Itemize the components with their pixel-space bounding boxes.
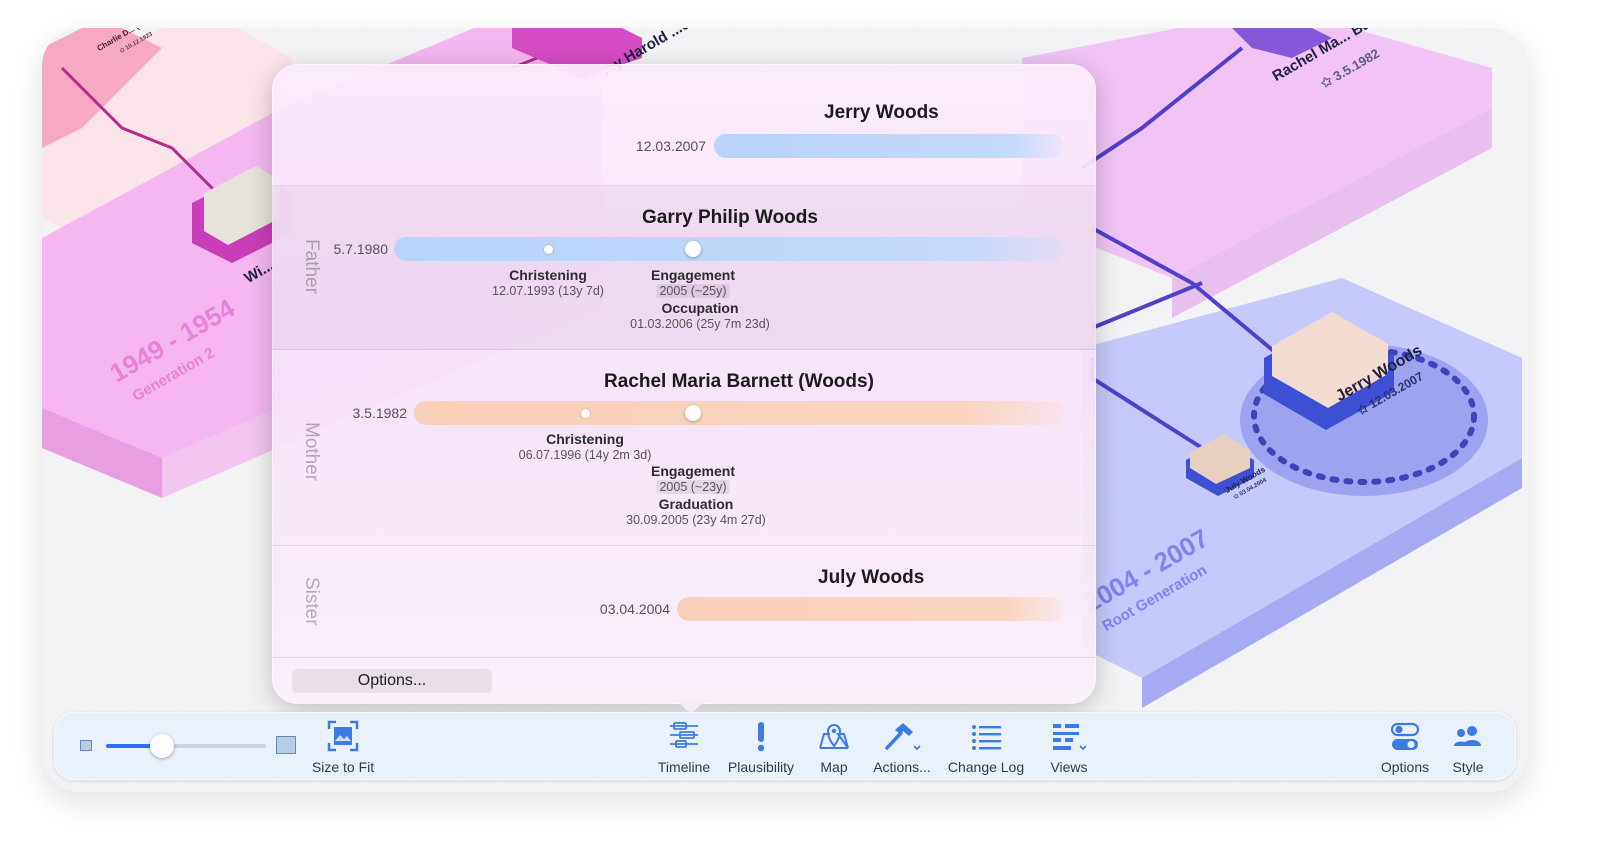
birth-date: 3.5.1982 — [352, 405, 408, 421]
birth-date: 12.03.2007 — [635, 138, 706, 154]
event-title: Christening — [509, 267, 587, 283]
relation-label: Sister — [301, 576, 322, 626]
size-to-fit-icon — [327, 720, 359, 752]
map-button[interactable]: Map — [810, 712, 858, 780]
map-icon — [819, 724, 849, 749]
people-icon — [1454, 726, 1481, 746]
event-date: 30.09.2005 (23y 4m 27d) — [626, 513, 766, 527]
views-icon — [1053, 724, 1087, 751]
birth-date: 03.04.2004 — [599, 601, 670, 617]
relation-label: Father — [301, 238, 322, 294]
event-date: 12.07.1993 (13y 7d) — [492, 284, 604, 298]
event-marker[interactable] — [685, 241, 701, 257]
toolbar-label: Size to Fit — [311, 759, 375, 775]
timeline-section-sister: Sister July Woods 03.04.2004 — [272, 545, 1096, 658]
event-date: 2005 (~25y) — [656, 284, 730, 298]
event-title: Christening — [546, 431, 624, 447]
toolbar-label: Options — [1380, 759, 1430, 775]
zoom-out-icon[interactable] — [80, 740, 92, 751]
toolbar-label: Map — [820, 759, 848, 775]
person-name: Jerry Woods — [824, 102, 939, 123]
toolbar-label: Plausibility — [727, 759, 795, 775]
toggles-icon — [1390, 722, 1420, 750]
event-marker[interactable] — [581, 409, 590, 418]
popover-options-button[interactable]: Options... — [292, 669, 492, 693]
toolbar-label: Timeline — [657, 759, 711, 775]
actions-button[interactable]: Actions... — [870, 712, 934, 780]
bottom-toolbar: Size to Fit Timeline Plausibility Map Ac… — [54, 712, 1516, 780]
timeline-button[interactable]: Timeline — [650, 712, 718, 780]
size-to-fit-button[interactable]: Size to Fit — [306, 712, 380, 780]
options-button[interactable]: Options — [1376, 712, 1434, 780]
lifespan-bar[interactable] — [394, 237, 1064, 261]
event-marker[interactable] — [685, 405, 701, 421]
exclamation-icon — [757, 722, 765, 752]
event-date: 06.07.1996 (14y 2m 3d) — [518, 448, 652, 462]
change-log-button[interactable]: Change Log — [946, 712, 1026, 780]
zoom-slider-knob[interactable] — [150, 734, 174, 758]
toolbar-label: Views — [1050, 759, 1088, 775]
person-name: July Woods — [818, 567, 925, 588]
event-title: Occupation — [661, 300, 739, 316]
person-name: Garry Philip Woods — [642, 207, 818, 228]
views-button[interactable]: Views — [1044, 712, 1094, 780]
hammer-icon — [885, 723, 921, 751]
timeline-section-father: Father Garry Philip Woods 5.7.1980 Chris… — [272, 185, 1096, 350]
timeline-icon — [670, 722, 698, 748]
timeline-section-mother: Mother Rachel Maria Barnett (Woods) 3.5.… — [272, 349, 1096, 546]
event-date: 2005 (~23y) — [656, 480, 730, 494]
toolbar-label: Actions... — [873, 759, 931, 775]
person-name: Rachel Maria Barnett (Woods) — [604, 371, 874, 392]
style-button[interactable]: Style — [1446, 712, 1490, 780]
plausibility-button[interactable]: Plausibility — [724, 712, 798, 780]
event-date: 01.03.2006 (25y 7m 23d) — [630, 317, 770, 331]
list-icon — [972, 725, 1001, 750]
event-title: Graduation — [658, 496, 734, 512]
toolbar-label: Change Log — [947, 759, 1025, 775]
event-title: Engagement — [650, 267, 736, 283]
event-marker[interactable] — [544, 245, 553, 254]
zoom-slider[interactable] — [106, 734, 266, 758]
zoom-in-icon[interactable] — [276, 736, 296, 754]
toolbar-label: Style — [1452, 759, 1484, 775]
timeline-section-self: Jerry Woods 12.03.2007 — [272, 64, 1096, 186]
lifespan-bar[interactable] — [677, 597, 1064, 621]
lifespan-bar[interactable] — [714, 134, 1064, 158]
lifespan-bar[interactable] — [414, 401, 1064, 425]
timeline-popover: Jerry Woods 12.03.2007 Father Garry Phil… — [272, 64, 1096, 704]
birth-date: 5.7.1980 — [333, 241, 389, 257]
event-title: Engagement — [650, 463, 736, 479]
